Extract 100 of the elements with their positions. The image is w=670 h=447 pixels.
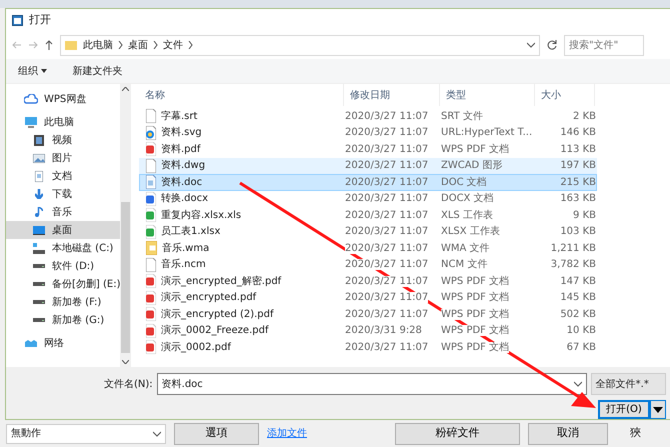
up-arrow-icon[interactable] [44,40,54,50]
pdf-file-icon [146,274,156,288]
modified-date: 2020/3/27 11:07 [345,226,428,238]
breadcrumb-item[interactable]: 文件 [163,38,183,52]
file-type: NCM 文件 [441,259,488,270]
open-dropdown-button[interactable] [650,400,666,419]
network-icon [25,340,37,346]
file-type: WPS PDF 文档 [441,325,510,336]
file-icon [146,126,156,140]
file-type: WPS PDF 文档 [441,292,510,304]
file-size: 9 KB [573,210,596,221]
file-size: 113 KB [560,144,596,155]
nav-item[interactable]: 新加卷 (G:) [6,311,120,329]
file-type-dropdown[interactable]: 全部文件*.* [590,373,666,395]
file-size: 502 KB [560,308,596,320]
nav-item[interactable]: WPS网盘 [6,90,120,108]
pc-icon [25,116,37,128]
video-icon [34,134,44,146]
file-size: 3,782 KB [550,259,596,270]
file-size: 2 KB [573,110,596,122]
cancel-button[interactable]: 取消 [528,422,608,444]
nav-item[interactable]: 音乐 [6,203,120,221]
nav-item[interactable]: 图片 [6,149,120,167]
options-button[interactable]: 選項 [174,422,259,444]
filename-field[interactable]: 资料.doc [156,373,587,395]
modified-date: 2020/3/27 11:07 [345,292,428,304]
column-header[interactable]: 类型 [440,84,535,106]
drive-icon [33,282,45,286]
modified-date: 2020/3/27 11:07 [345,308,428,320]
pdf-file-icon [146,340,156,354]
scroll-down-icon[interactable] [122,360,130,364]
file-type: XLSX 工作表 [441,226,500,238]
file-icon [146,208,156,222]
file-size: 163 KB [560,193,596,204]
nav-item[interactable]: 本地磁盘 (C:) [6,239,120,257]
cloud-icon [24,94,38,104]
file-type: XLS 工作表 [441,210,493,221]
pdf-file-icon [146,290,156,305]
file-row[interactable]: 资料.dwg 2020/3/27 11:07 ZWCAD 图形 197 KB [139,158,597,174]
open-button[interactable]: 打开(O) [598,400,650,419]
modified-date: 2020/3/27 11:07 [345,276,428,287]
file-size: 1,211 KB [550,242,596,254]
file-type: WPS PDF 文档 [441,276,510,287]
drive-icon [33,264,45,268]
breadcrumb-item[interactable]: 桌面 [128,38,148,52]
address-bar[interactable]: 此电脑 桌面 文件 [60,34,540,56]
file-size: 147 KB [560,276,596,287]
drive-icon [33,318,45,322]
modified-date: 2020/3/27 11:07 [345,193,428,204]
column-header[interactable]: 名称 [139,84,344,106]
nav-item[interactable]: 下载 [6,185,120,203]
file-name: 资料.dwg [161,158,206,174]
filename-label: 文件名(N): [104,378,153,392]
scroll-up-icon[interactable] [122,87,130,91]
chevron-down-icon[interactable] [527,42,535,48]
file-icon [146,175,156,190]
file-name: 演示_encrypted (2).pdf [161,306,274,322]
nav-item[interactable]: 视频 [6,131,120,149]
file-name: 资料.svg [161,125,202,140]
file-type: DOC 文档 [441,176,487,188]
shred-button[interactable]: 粉碎文件 [395,422,520,444]
modified-date: 2020/3/27 11:07 [345,242,428,254]
modified-date: 2020/3/27 11:07 [345,259,428,270]
window-icon [12,14,23,26]
nav-item[interactable]: 新加卷 (F:) [6,293,120,311]
nav-item[interactable]: 软件 (D:) [6,257,120,275]
new-folder-button[interactable]: 新建文件夹 [72,64,122,78]
scrollbar[interactable] [120,84,131,367]
file-row[interactable]: 资料.doc 2020/3/27 11:07 DOC 文档 215 KB [139,174,597,190]
column-header[interactable]: 修改日期 [344,84,440,106]
refresh-icon[interactable] [546,39,558,51]
file-type: URL:HyperText T... [441,127,532,138]
file-icon [146,109,156,124]
organize-menu[interactable]: 组织 [18,64,46,78]
file-icon [146,158,156,173]
nav-item[interactable]: 桌面 [6,221,120,239]
file-size: 197 KB [560,160,596,172]
nav-item[interactable]: 文档 [6,167,120,185]
add-file-link[interactable]: 添加文件 [267,426,387,441]
file-type: DOCX 文档 [441,193,494,204]
file-type: WPS PDF 文档 [441,144,510,155]
caret-down-icon [653,406,663,412]
action-dropdown[interactable]: 無動作 [6,424,166,444]
file-name: 演示_0002.pdf [161,340,231,355]
nav-item[interactable]: 网络 [6,334,120,352]
breadcrumb-item[interactable]: 此电脑 [83,38,113,52]
file-type: WPS PDF 文档 [441,342,510,353]
modified-date: 2020/3/27 11:07 [345,160,428,172]
nav-item[interactable]: 备份[勿删] (E:) [6,275,120,293]
nav-item[interactable]: 此电脑 [6,113,120,131]
modified-date: 2020/3/27 11:07 [345,342,428,353]
window-title: 打开 [29,12,51,28]
chevron-down-icon[interactable] [153,430,161,436]
file-icon [146,241,157,256]
modified-date: 2020/3/27 11:07 [345,176,428,188]
column-header[interactable]: 大小 [535,84,595,106]
pdf-file-icon [146,142,156,156]
chevron-down-icon[interactable] [574,381,582,387]
search-field[interactable]: 搜索"文件" [564,34,644,56]
file-icon [146,258,156,272]
